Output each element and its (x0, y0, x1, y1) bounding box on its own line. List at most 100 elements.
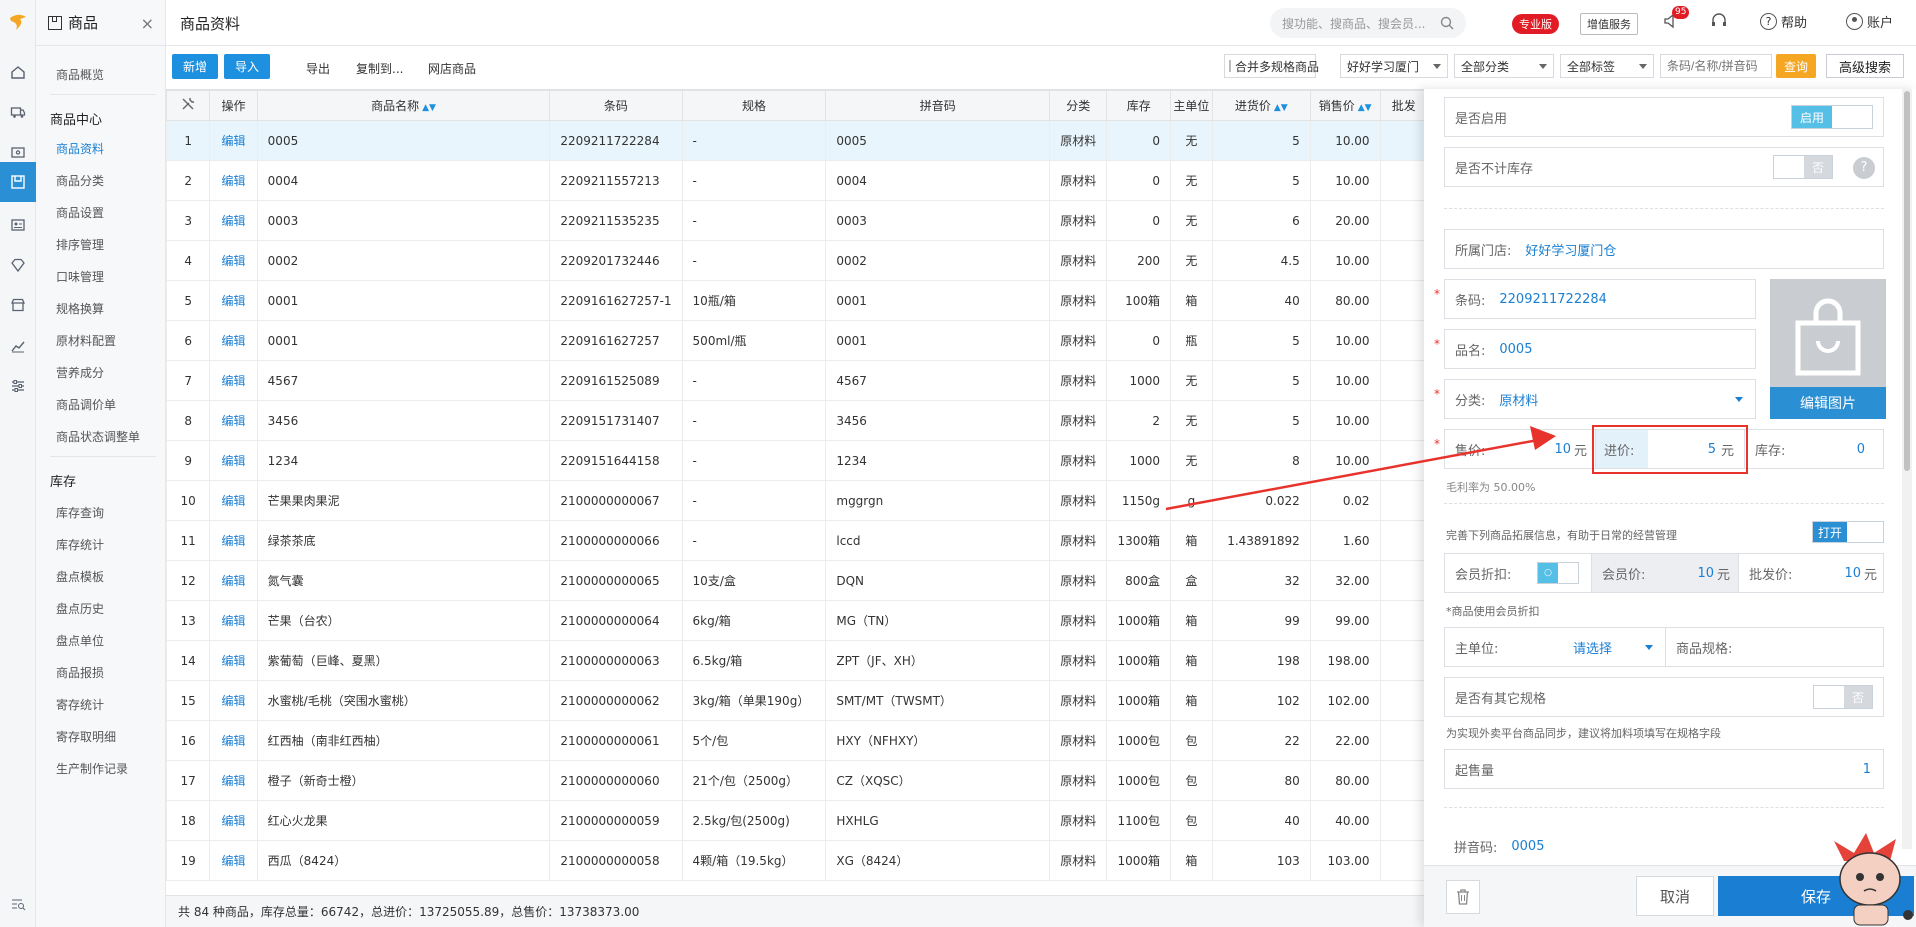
name-field[interactable]: 品名: 0005 (1444, 329, 1756, 369)
menu-stock-item-3[interactable]: 盘点模板 (56, 568, 104, 585)
table-row[interactable]: 6 编辑 0001 2209161627257 500ml/瓶 0001 原材料 0 瓶 5 10.… (166, 320, 1428, 361)
global-search-input[interactable]: 搜功能、搜商品、搜会员... (1270, 8, 1466, 38)
wrench-icon[interactable] (180, 96, 196, 112)
menu-item-5[interactable]: 口味管理 (56, 268, 104, 285)
edit-link[interactable]: 编辑 (209, 640, 258, 681)
edit-link[interactable]: 编辑 (209, 720, 258, 761)
min-sale-field[interactable]: 起售量 1 (1444, 749, 1884, 789)
menu-item-2[interactable]: 商品分类 (56, 172, 104, 189)
table-row[interactable]: 18 编辑 红心火龙果 2100000000059 2.5kg/包(2500g) HXHL… (166, 800, 1428, 841)
edit-link[interactable]: 编辑 (209, 840, 258, 881)
category-field[interactable]: 分类: 原材料 (1444, 379, 1756, 419)
search-icon[interactable] (1440, 16, 1454, 30)
table-row[interactable]: 17 编辑 橙子（新奇士橙） 2100000000060 21个/包（2500g） CZ（… (166, 760, 1428, 801)
menu-item-10[interactable]: 商品状态调整单 (56, 428, 140, 445)
table-row[interactable]: 4 编辑 0002 2209201732446-0002 原材料 200 无 4.5 10.00 (166, 240, 1428, 281)
edit-link[interactable]: 编辑 (209, 240, 258, 281)
add-button[interactable]: 新增 (172, 54, 218, 79)
scrollbar-thumb[interactable] (1904, 91, 1910, 471)
goods-filter-input[interactable] (1660, 54, 1772, 78)
edit-link[interactable]: 编辑 (209, 560, 258, 601)
table-row[interactable]: 8 编辑 3456 2209151731407-3456 原材料 2 无 5 10.00 (166, 400, 1428, 441)
no-stock-toggle[interactable]: 否 (1773, 155, 1833, 179)
category-select[interactable]: 全部分类 (1454, 54, 1554, 78)
menu-item-1[interactable]: 商品资料 (56, 140, 104, 157)
table-row[interactable]: 16 编辑 红西柚（南非红西柚） 2100000000061 5个/包 HXY（NFHXY… (166, 720, 1428, 761)
menu-item-7[interactable]: 原材料配置 (56, 332, 116, 349)
stock-field[interactable]: 库存: 0 (1745, 430, 1885, 468)
table-row[interactable]: 1 编辑 0005 2209211722284-0005 原材料 0 无 5 10.00 (166, 120, 1428, 161)
question-icon[interactable]: ? (1853, 157, 1875, 179)
notification-icon[interactable]: 95 (1662, 6, 1690, 33)
panel-scrollbar[interactable] (1902, 89, 1912, 849)
edit-link[interactable]: 编辑 (209, 360, 258, 401)
cancel-button[interactable]: 取消 (1636, 876, 1714, 916)
sale-price-field[interactable]: 售价: 10 元 (1445, 430, 1595, 468)
col-header-name[interactable]: 商品名称 ▲▼ (256, 90, 551, 121)
diamond-icon[interactable] (0, 245, 36, 285)
menu-item-4[interactable]: 排序管理 (56, 236, 104, 253)
menu-stock-item-1[interactable]: 库存查询 (56, 504, 104, 521)
table-row[interactable]: 15 编辑 水蜜桃/毛桃（突围水蜜桃） 2100000000062 3kg/箱（单果19… (166, 680, 1428, 721)
table-row[interactable]: 5 编辑 0001 2209161627257-1 10瓶/箱 0001 原材料 100箱箱 4… (166, 280, 1428, 321)
menu-stock-item-8[interactable]: 寄存取明细 (56, 728, 116, 745)
edit-link[interactable]: 编辑 (209, 440, 258, 481)
wholesale-price-field[interactable]: 批发价: 10 元 (1739, 554, 1885, 592)
value-added-button[interactable]: 增值服务 (1580, 13, 1638, 35)
online-goods-button[interactable]: 网店商品 (428, 60, 476, 77)
edit-link[interactable]: 编辑 (209, 800, 258, 841)
other-spec-toggle[interactable]: 否 (1813, 685, 1873, 709)
table-row[interactable]: 13 编辑 芒果（台农） 2100000000064 6kg/箱 MG（TN） 原材料 100… (166, 600, 1428, 641)
pro-edition-badge[interactable]: 专业版 (1512, 14, 1559, 34)
edit-image-button[interactable]: 编辑图片 (1770, 387, 1886, 419)
account-link[interactable]: 账户 (1846, 12, 1893, 31)
store-icon[interactable] (0, 285, 36, 325)
menu-stock-item-5[interactable]: 盘点单位 (56, 632, 104, 649)
edit-link[interactable]: 编辑 (209, 280, 258, 321)
menu-item-overview[interactable]: 商品概览 (56, 66, 104, 83)
table-row[interactable]: 10 编辑 芒果果肉果泥 2100000000067- mggrgn 原材料 1150g g 0… (166, 480, 1428, 521)
pinyin-field[interactable]: 拼音码: 0005 (1444, 827, 1884, 867)
table-row[interactable]: 19 编辑 西瓜（8424） 2100000000058 4颗/箱（19.5kg） XG（… (166, 840, 1428, 881)
menu-item-3[interactable]: 商品设置 (56, 204, 104, 221)
report-chart-icon[interactable] (0, 326, 36, 366)
edit-link[interactable]: 编辑 (209, 400, 258, 441)
export-button[interactable]: 导出 (306, 60, 330, 77)
edit-link[interactable]: 编辑 (209, 320, 258, 361)
menu-stock-item-2[interactable]: 库存统计 (56, 536, 104, 553)
col-header-cost[interactable]: 进货价 ▲▼ (1211, 90, 1311, 121)
help-link[interactable]: ? 帮助 (1760, 12, 1807, 31)
table-row[interactable]: 7 编辑 4567 2209161525089-4567 原材料 1000 无 5 10.00 (166, 360, 1428, 401)
chevron-down-icon[interactable] (1735, 397, 1743, 402)
goods-spec-field[interactable]: 商品规格: (1665, 628, 1885, 666)
close-menu-icon[interactable]: × (141, 14, 154, 33)
col-header-price[interactable]: 销售价 ▲▼ (1309, 90, 1381, 121)
column-settings-header[interactable] (166, 90, 211, 121)
menu-item-8[interactable]: 营养成分 (56, 364, 104, 381)
edit-link[interactable]: 编辑 (209, 520, 258, 561)
edit-link[interactable]: 编辑 (209, 680, 258, 721)
delete-button[interactable] (1446, 880, 1480, 914)
table-row[interactable]: 14 编辑 紫葡萄（巨峰、夏黑） 2100000000063 6.5kg/箱 ZPT（JF… (166, 640, 1428, 681)
table-row[interactable]: 3 编辑 0003 2209211535235-0003 原材料 0 无 6 20.00 (166, 200, 1428, 241)
main-unit-select[interactable]: 主单位: 请选择 (1445, 628, 1665, 666)
copy-to-button[interactable]: 复制到... (356, 60, 403, 77)
table-row[interactable]: 12 编辑 氮气囊 2100000000065 10支/盒 DQN 原材料 800盒盒 32 32… (166, 560, 1428, 601)
extend-toggle[interactable]: 打开 (1812, 521, 1884, 543)
member-price-field[interactable]: 会员价: 10 元 (1591, 554, 1739, 592)
search-menu-icon[interactable] (0, 884, 36, 924)
sort-icon[interactable]: ▲▼ (1358, 103, 1372, 113)
query-button[interactable]: 查询 (1776, 54, 1816, 78)
edit-link[interactable]: 编辑 (209, 120, 258, 161)
edit-link[interactable]: 编辑 (209, 760, 258, 801)
table-row[interactable]: 9 编辑 1234 2209151644158-1234 原材料 1000 无 8 10.00 (166, 440, 1428, 481)
edit-link[interactable]: 编辑 (209, 160, 258, 201)
goods-icon[interactable] (0, 162, 36, 202)
table-row[interactable]: 11 编辑 绿茶茶底 2100000000066- lccd 原材料 1300箱箱 1.438… (166, 520, 1428, 561)
sort-icon[interactable]: ▲▼ (422, 103, 436, 113)
menu-stock-item-9[interactable]: 生产制作记录 (56, 760, 128, 777)
goods-image-box[interactable]: 编辑图片 (1770, 279, 1886, 419)
menu-item-6[interactable]: 规格换算 (56, 300, 104, 317)
advanced-search-button[interactable]: 高级搜索 (1826, 54, 1904, 78)
table-row[interactable]: 2 编辑 0004 2209211557213-0004 原材料 0 无 5 10.00 (166, 160, 1428, 201)
